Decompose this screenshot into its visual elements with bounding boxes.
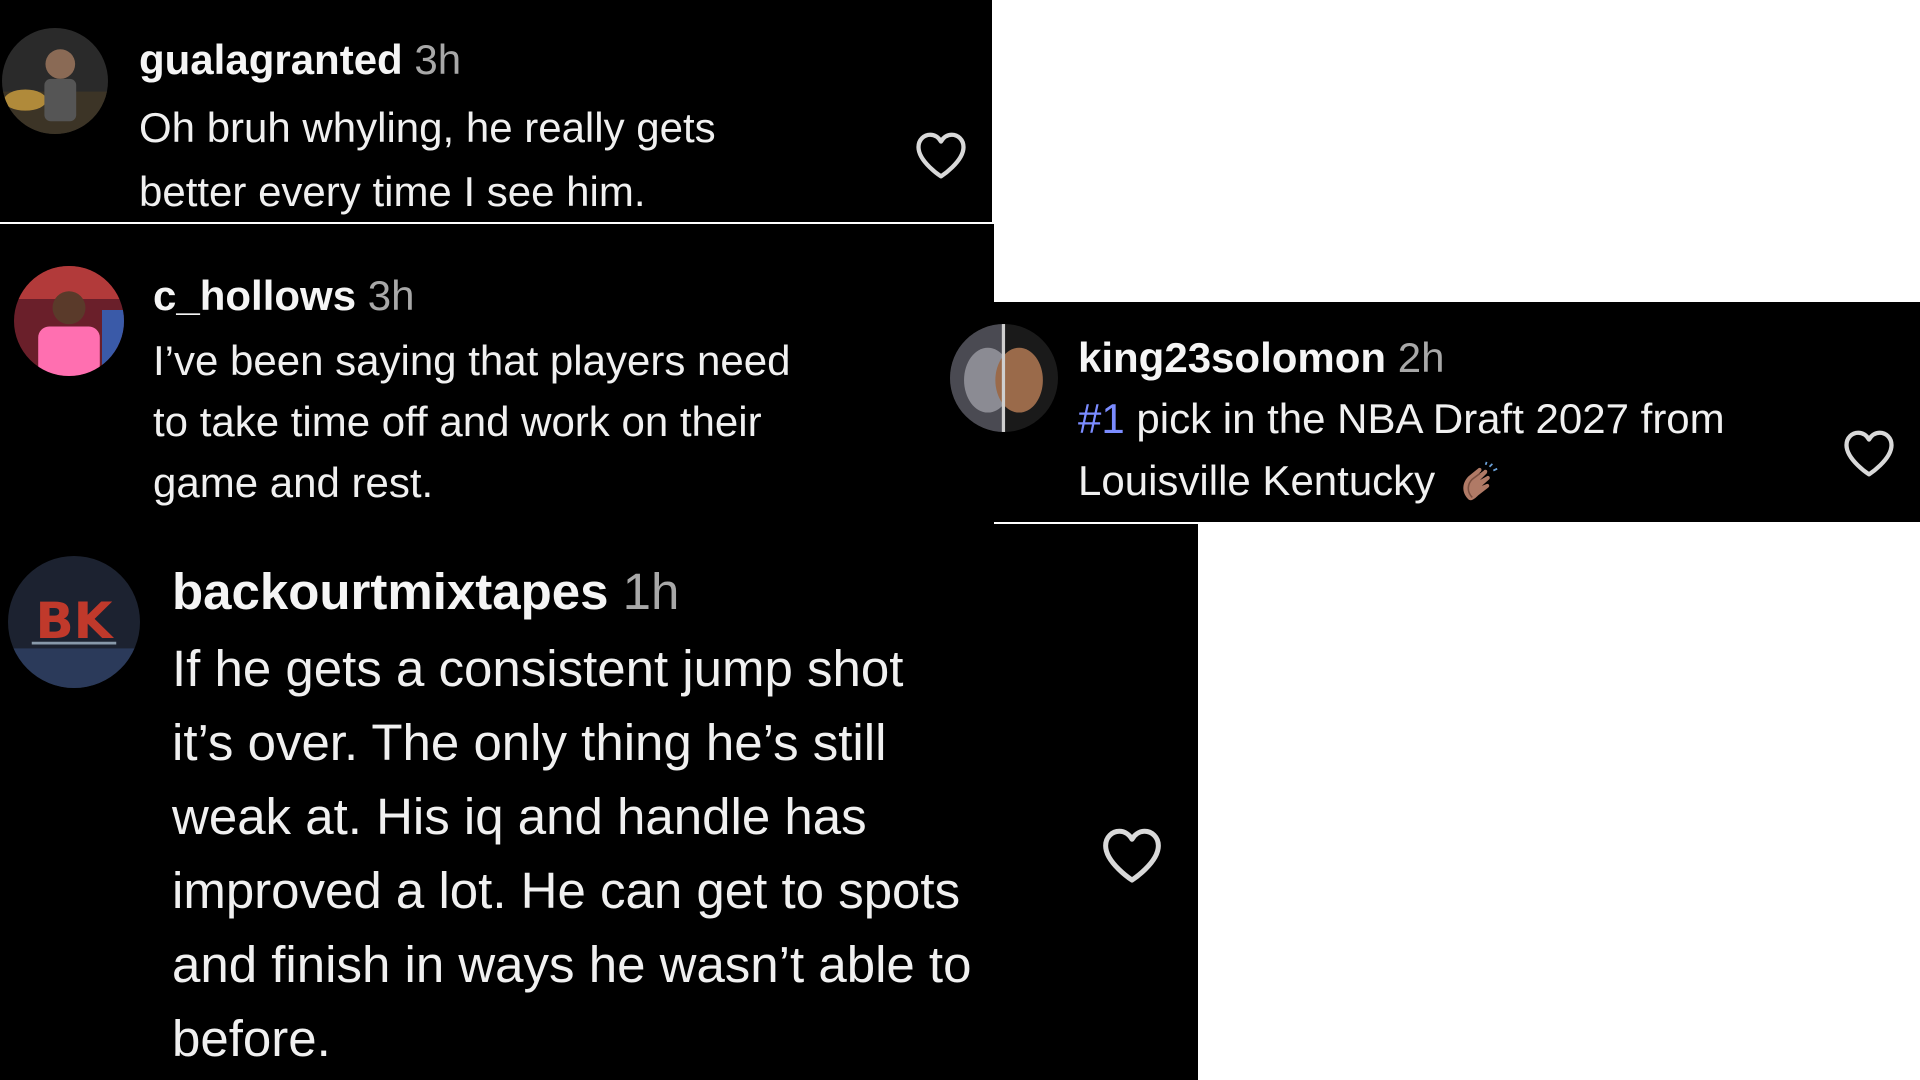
- comment-line: Oh bruh whyling, he really gets: [139, 104, 716, 151]
- comment-text: Oh bruh whyling, he really gets better e…: [139, 96, 716, 224]
- clapping-hands-emoji-icon: [1455, 461, 1501, 507]
- like-heart-icon[interactable]: [914, 130, 968, 180]
- comment-text: I’ve been saying that players need to ta…: [153, 330, 790, 513]
- comment-card-gualagranted: gualagranted 3h Oh bruh whyling, he real…: [0, 0, 992, 222]
- comment-header: king23solomon 2h: [1078, 334, 1444, 382]
- comment-line: game and rest.: [153, 459, 434, 506]
- hashtag-link[interactable]: #1: [1078, 395, 1125, 442]
- timestamp: 1h: [622, 563, 680, 620]
- avatar-image: [950, 324, 1058, 432]
- svg-text:BK: BK: [35, 591, 114, 650]
- comment-card-backourtmixtapes: BK backourtmixtapes 1h If he gets a cons…: [0, 524, 1198, 1080]
- username[interactable]: gualagranted: [139, 36, 403, 83]
- comment-text: #1 pick in the NBA Draft 2027 from Louis…: [1078, 388, 1725, 512]
- comment-card-king23solomon: king23solomon 2h #1 pick in the NBA Draf…: [950, 302, 1920, 522]
- comment-line: to take time off and work on their: [153, 398, 762, 445]
- like-heart-icon[interactable]: [1842, 428, 1896, 478]
- comment-header: backourtmixtapes 1h: [172, 562, 679, 622]
- comment-header: c_hollows 3h: [153, 272, 414, 320]
- like-heart-icon[interactable]: [1100, 826, 1164, 884]
- comment-line: it’s over. The only thing he’s still: [172, 714, 887, 771]
- comment-card-c-hollows: c_hollows 3h I’ve been saying that playe…: [0, 224, 994, 524]
- comment-line: and finish in ways he wasn’t able to: [172, 936, 972, 993]
- comment-line: better every time I see him.: [139, 168, 646, 215]
- avatar-image: [2, 28, 108, 134]
- avatar[interactable]: [950, 324, 1058, 432]
- timestamp: 3h: [414, 36, 462, 83]
- username[interactable]: backourtmixtapes: [172, 563, 609, 620]
- username[interactable]: c_hollows: [153, 272, 356, 319]
- comment-line: Louisville Kentucky: [1078, 450, 1725, 512]
- comment-line: improved a lot. He can get to spots: [172, 862, 961, 919]
- username[interactable]: king23solomon: [1078, 334, 1386, 381]
- timestamp: 2h: [1397, 334, 1445, 381]
- avatar-image: [14, 266, 124, 376]
- timestamp: 3h: [367, 272, 415, 319]
- avatar-image: BK: [8, 556, 140, 688]
- avatar[interactable]: BK: [8, 556, 140, 688]
- comment-line: I’ve been saying that players need: [153, 337, 791, 384]
- comment-line: weak at. His iq and handle has: [172, 788, 867, 845]
- comment-line: before.: [172, 1010, 331, 1067]
- avatar[interactable]: [14, 266, 124, 376]
- comment-header: gualagranted 3h: [139, 36, 461, 84]
- comment-text: If he gets a consistent jump shot it’s o…: [172, 632, 971, 1076]
- avatar[interactable]: [2, 28, 108, 134]
- comment-line-rest: pick in the NBA Draft 2027 from: [1124, 395, 1725, 442]
- comment-line-text: Louisville Kentucky: [1078, 457, 1436, 504]
- comment-line: #1 pick in the NBA Draft 2027 from: [1078, 388, 1725, 450]
- comment-line: If he gets a consistent jump shot: [172, 640, 904, 697]
